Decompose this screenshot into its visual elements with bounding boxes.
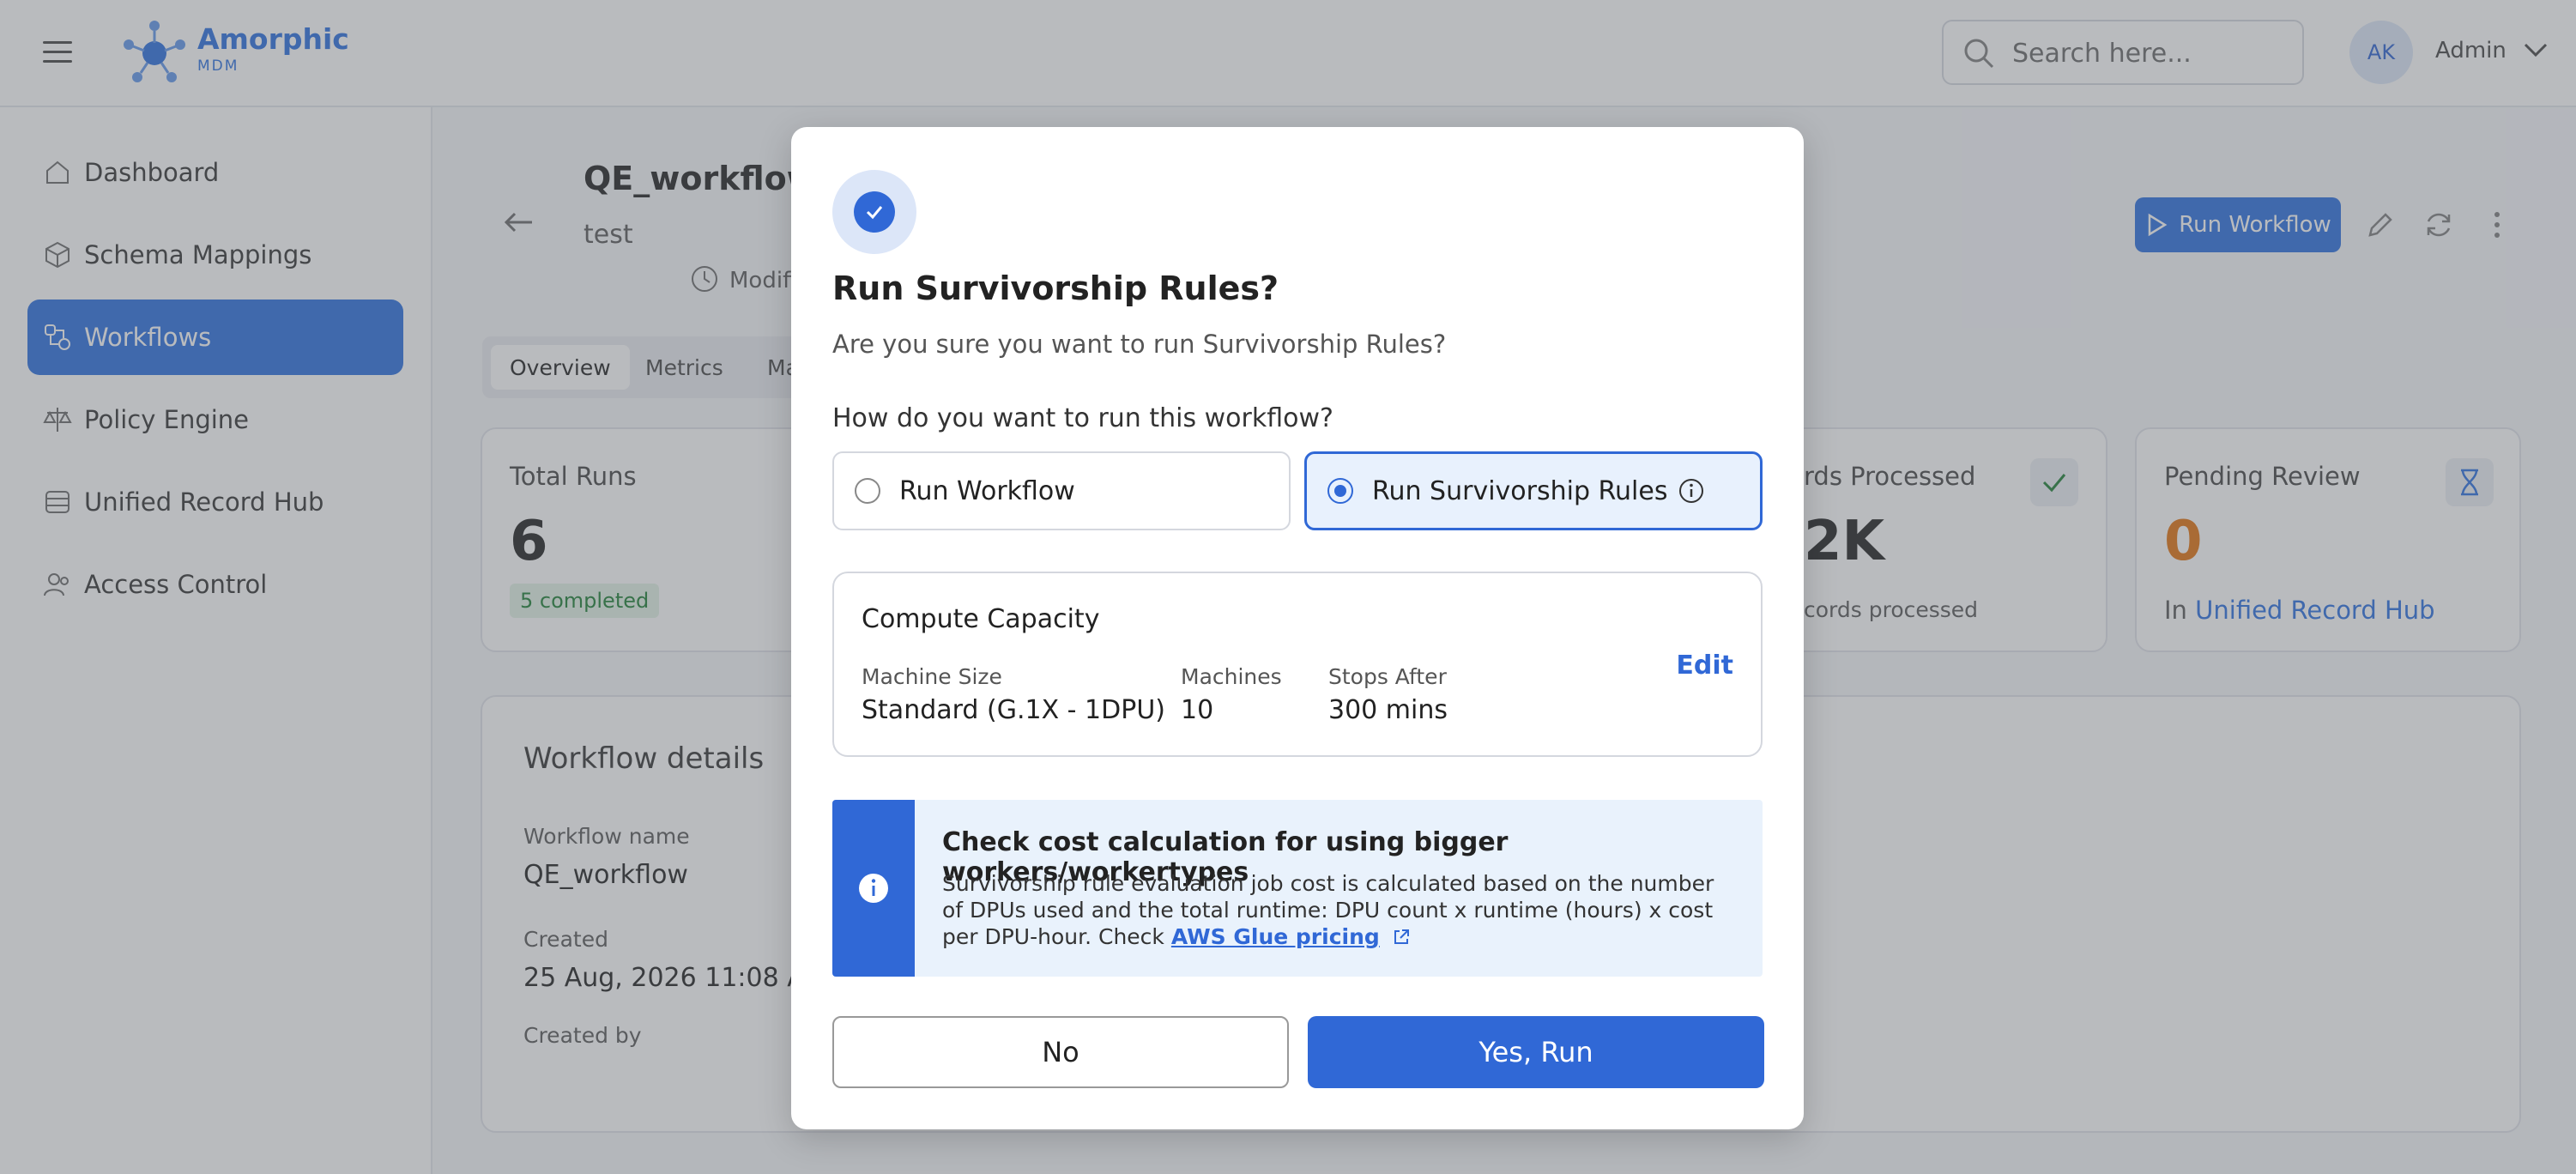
- dialog-description: Are you sure you want to run Survivorshi…: [832, 330, 1447, 359]
- info-icon[interactable]: [1678, 477, 1705, 505]
- stops-after-label: Stops After: [1328, 664, 1447, 689]
- yes-run-button[interactable]: Yes, Run: [1308, 1016, 1764, 1088]
- machines-value: 10: [1181, 695, 1214, 725]
- info-strip: [832, 800, 915, 977]
- cost-info-text: Survivorship rule evaluation job cost is…: [942, 870, 1732, 950]
- cost-info-check: Check: [1098, 924, 1164, 949]
- dialog-title: Run Survivorship Rules?: [832, 269, 1279, 307]
- stops-after-value: 300 mins: [1328, 695, 1448, 725]
- aws-glue-pricing-link[interactable]: AWS Glue pricing: [1171, 924, 1380, 949]
- run-workflow-option-label: Run Workflow: [899, 475, 1075, 506]
- run-survivorship-rules-option[interactable]: Run Survivorship Rules: [1304, 451, 1763, 530]
- check-circle-icon: [832, 170, 916, 254]
- compute-capacity-panel: Compute Capacity Edit Machine Size Stand…: [832, 572, 1763, 757]
- compute-edit-link[interactable]: Edit: [1676, 651, 1733, 681]
- no-button[interactable]: No: [832, 1016, 1289, 1088]
- compute-capacity-title: Compute Capacity: [862, 604, 1100, 634]
- confirm-run-dialog: Run Survivorship Rules? Are you sure you…: [791, 127, 1804, 1129]
- run-survivorship-rules-option-label: Run Survivorship Rules: [1372, 475, 1668, 506]
- cost-info-banner: Check cost calculation for using bigger …: [832, 800, 1763, 977]
- external-link-icon[interactable]: [1392, 928, 1411, 947]
- run-mode-question: How do you want to run this workflow?: [832, 403, 1333, 433]
- radio-unchecked-icon[interactable]: [855, 478, 880, 504]
- machine-size-label: Machine Size: [862, 664, 1002, 689]
- machines-label: Machines: [1181, 664, 1282, 689]
- radio-checked-icon[interactable]: [1327, 478, 1353, 504]
- info-circle-icon: [859, 874, 888, 903]
- run-workflow-option[interactable]: Run Workflow: [832, 451, 1291, 530]
- machine-size-value: Standard (G.1X - 1DPU): [862, 695, 1165, 725]
